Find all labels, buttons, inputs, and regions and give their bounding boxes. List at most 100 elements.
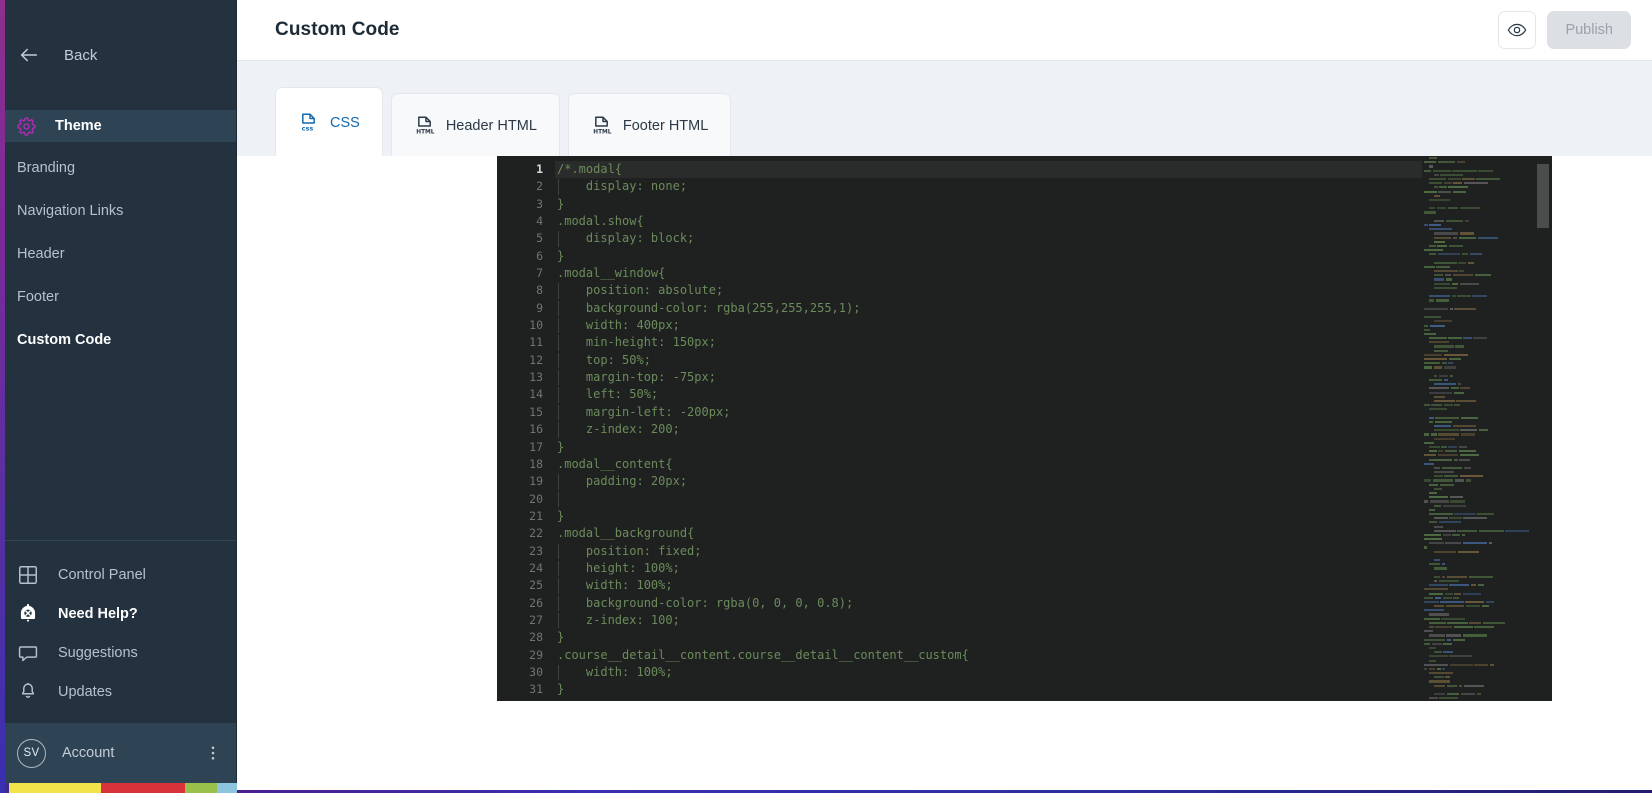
code-line[interactable]: top: 50%; bbox=[555, 352, 1552, 369]
code-line[interactable]: min-height: 150px; bbox=[555, 334, 1552, 352]
html-file-icon: HTML bbox=[591, 115, 612, 136]
code-text-area[interactable]: /*.modal{ display: none;} .modal.show{ di… bbox=[555, 156, 1552, 701]
color-swatch bbox=[217, 783, 237, 793]
code-line[interactable]: .modal__background{ bbox=[555, 525, 1552, 542]
sidebar-item-label: Header bbox=[17, 246, 65, 262]
sidebar-item-custom-code[interactable]: Custom Code bbox=[0, 323, 236, 357]
sidebar-item-header[interactable]: Header bbox=[0, 237, 236, 271]
bottom-color-strip bbox=[0, 783, 237, 793]
line-number: 23 bbox=[529, 543, 543, 558]
tab-header-html[interactable]: HTML Header HTML bbox=[390, 93, 560, 157]
line-number: 4 bbox=[536, 214, 543, 229]
back-button[interactable]: Back bbox=[0, 0, 236, 110]
code-line[interactable]: width: 100%; bbox=[555, 577, 1552, 594]
code-line[interactable]: left: 50%; bbox=[555, 386, 1552, 404]
chat-bubble-icon bbox=[17, 642, 39, 664]
code-line[interactable]: display: block; bbox=[555, 230, 1552, 248]
code-line[interactable]: background-color: rgba(255,255,255,1); bbox=[555, 300, 1552, 317]
code-line[interactable]: } bbox=[555, 248, 1552, 265]
sidebar-item-updates[interactable]: Updates bbox=[0, 672, 236, 711]
line-number: 9 bbox=[536, 300, 543, 315]
code-line[interactable]: width: 400px; bbox=[555, 317, 1552, 334]
sidebar-item-label: Updates bbox=[58, 683, 113, 700]
line-number: 19 bbox=[529, 474, 543, 489]
indent-guide bbox=[557, 560, 586, 577]
code-line[interactable]: height: 100%; bbox=[555, 560, 1552, 577]
code-line[interactable]: .course__detail__content.course__detail_… bbox=[555, 647, 1552, 664]
bell-icon bbox=[17, 681, 39, 703]
avatar: SV bbox=[17, 738, 46, 768]
line-number: 5 bbox=[536, 231, 543, 246]
line-number: 12 bbox=[529, 352, 543, 367]
scrollbar-thumb[interactable] bbox=[1537, 164, 1549, 228]
top-bar: Custom Code Publish bbox=[237, 0, 1652, 60]
code-line[interactable]: margin-left: -200px; bbox=[555, 404, 1552, 421]
indent-guide bbox=[557, 612, 586, 629]
code-line[interactable]: position: fixed; bbox=[555, 543, 1552, 560]
publish-button[interactable]: Publish bbox=[1547, 11, 1631, 49]
code-line[interactable]: display: none; bbox=[555, 178, 1552, 196]
account-bar[interactable]: SV Account bbox=[0, 723, 236, 783]
code-line[interactable]: .modal__content{ bbox=[555, 456, 1552, 473]
code-line[interactable] bbox=[555, 699, 1552, 701]
sidebar-item-label: Control Panel bbox=[58, 566, 146, 583]
sidebar-flex-spacer bbox=[0, 357, 236, 540]
code-line[interactable]: } bbox=[555, 439, 1552, 456]
code-line[interactable]: background-color: rgba(0, 0, 0, 0.8); bbox=[555, 595, 1552, 612]
line-number: 30 bbox=[529, 664, 543, 679]
minimap-line bbox=[1422, 696, 1530, 700]
indent-guide bbox=[557, 577, 586, 594]
line-number: 29 bbox=[529, 647, 543, 662]
arrow-left-icon bbox=[18, 44, 40, 66]
sidebar-item-branding[interactable]: Branding bbox=[0, 151, 236, 185]
line-number: 6 bbox=[536, 248, 543, 263]
sidebar-item-need-help[interactable]: Need Help? bbox=[0, 594, 236, 633]
color-swatch bbox=[9, 783, 101, 793]
tabs-bar: css CSS HTML Header HTML HTML Footer HTM… bbox=[237, 60, 1652, 157]
line-number: 11 bbox=[529, 335, 543, 350]
indent-guide bbox=[557, 421, 586, 438]
eye-icon bbox=[1507, 20, 1527, 40]
gear-icon bbox=[17, 116, 36, 136]
indent-guide bbox=[557, 230, 586, 248]
code-line[interactable]: .modal__window{ bbox=[555, 265, 1552, 282]
code-line[interactable]: } bbox=[555, 508, 1552, 525]
code-editor[interactable]: 1 2 3 4 5 6 7 8 9 10 11 12 13 14 15 16 17 18 19 20 21 22 23 24 2… bbox=[497, 156, 1552, 701]
tab-label: CSS bbox=[330, 114, 360, 131]
code-line[interactable]: /*.modal{ bbox=[555, 161, 1552, 179]
indent-guide bbox=[557, 473, 586, 490]
sidebar-item-suggestions[interactable]: Suggestions bbox=[0, 633, 236, 672]
main-content: Custom Code Publish css CSS HTML Header … bbox=[237, 0, 1652, 793]
code-line[interactable] bbox=[555, 491, 1552, 508]
sidebar-item-navigation-links[interactable]: Navigation Links bbox=[0, 194, 236, 228]
line-number: 10 bbox=[529, 318, 543, 333]
kebab-menu-icon[interactable] bbox=[204, 744, 222, 762]
tab-footer-html[interactable]: HTML Footer HTML bbox=[567, 93, 732, 157]
sidebar-item-control-panel[interactable]: Control Panel bbox=[0, 555, 236, 594]
code-line[interactable]: z-index: 200; bbox=[555, 421, 1552, 438]
lifebuoy-icon bbox=[17, 603, 39, 625]
code-line[interactable]: padding: 20px; bbox=[555, 473, 1552, 490]
preview-button[interactable] bbox=[1498, 11, 1537, 49]
indent-guide bbox=[557, 491, 586, 508]
line-number: 8 bbox=[536, 283, 543, 298]
code-line[interactable]: margin-top: -75px; bbox=[555, 369, 1552, 386]
code-line[interactable]: position: absolute; bbox=[555, 282, 1552, 300]
sidebar-item-theme[interactable]: Theme bbox=[0, 110, 236, 142]
line-number: 17 bbox=[529, 439, 543, 454]
sidebar-item-footer[interactable]: Footer bbox=[0, 280, 236, 314]
css-file-icon: css bbox=[298, 112, 319, 133]
code-line[interactable]: .modal.show{ bbox=[555, 213, 1552, 230]
code-line[interactable]: z-index: 100; bbox=[555, 612, 1552, 629]
code-line[interactable]: } bbox=[555, 629, 1552, 646]
code-line[interactable]: } bbox=[555, 681, 1552, 698]
line-number-gutter: 1 2 3 4 5 6 7 8 9 10 11 12 13 14 15 16 17 18 19 20 21 22 23 24 2… bbox=[497, 156, 555, 701]
line-number: 26 bbox=[529, 595, 543, 610]
svg-text:HTML: HTML bbox=[593, 129, 611, 135]
code-line[interactable]: width: 100%; bbox=[555, 664, 1552, 681]
code-line[interactable]: } bbox=[555, 196, 1552, 213]
editor-vertical-scrollbar[interactable] bbox=[1530, 156, 1552, 701]
tab-css[interactable]: css CSS bbox=[275, 87, 383, 157]
editor-minimap[interactable] bbox=[1422, 156, 1530, 701]
